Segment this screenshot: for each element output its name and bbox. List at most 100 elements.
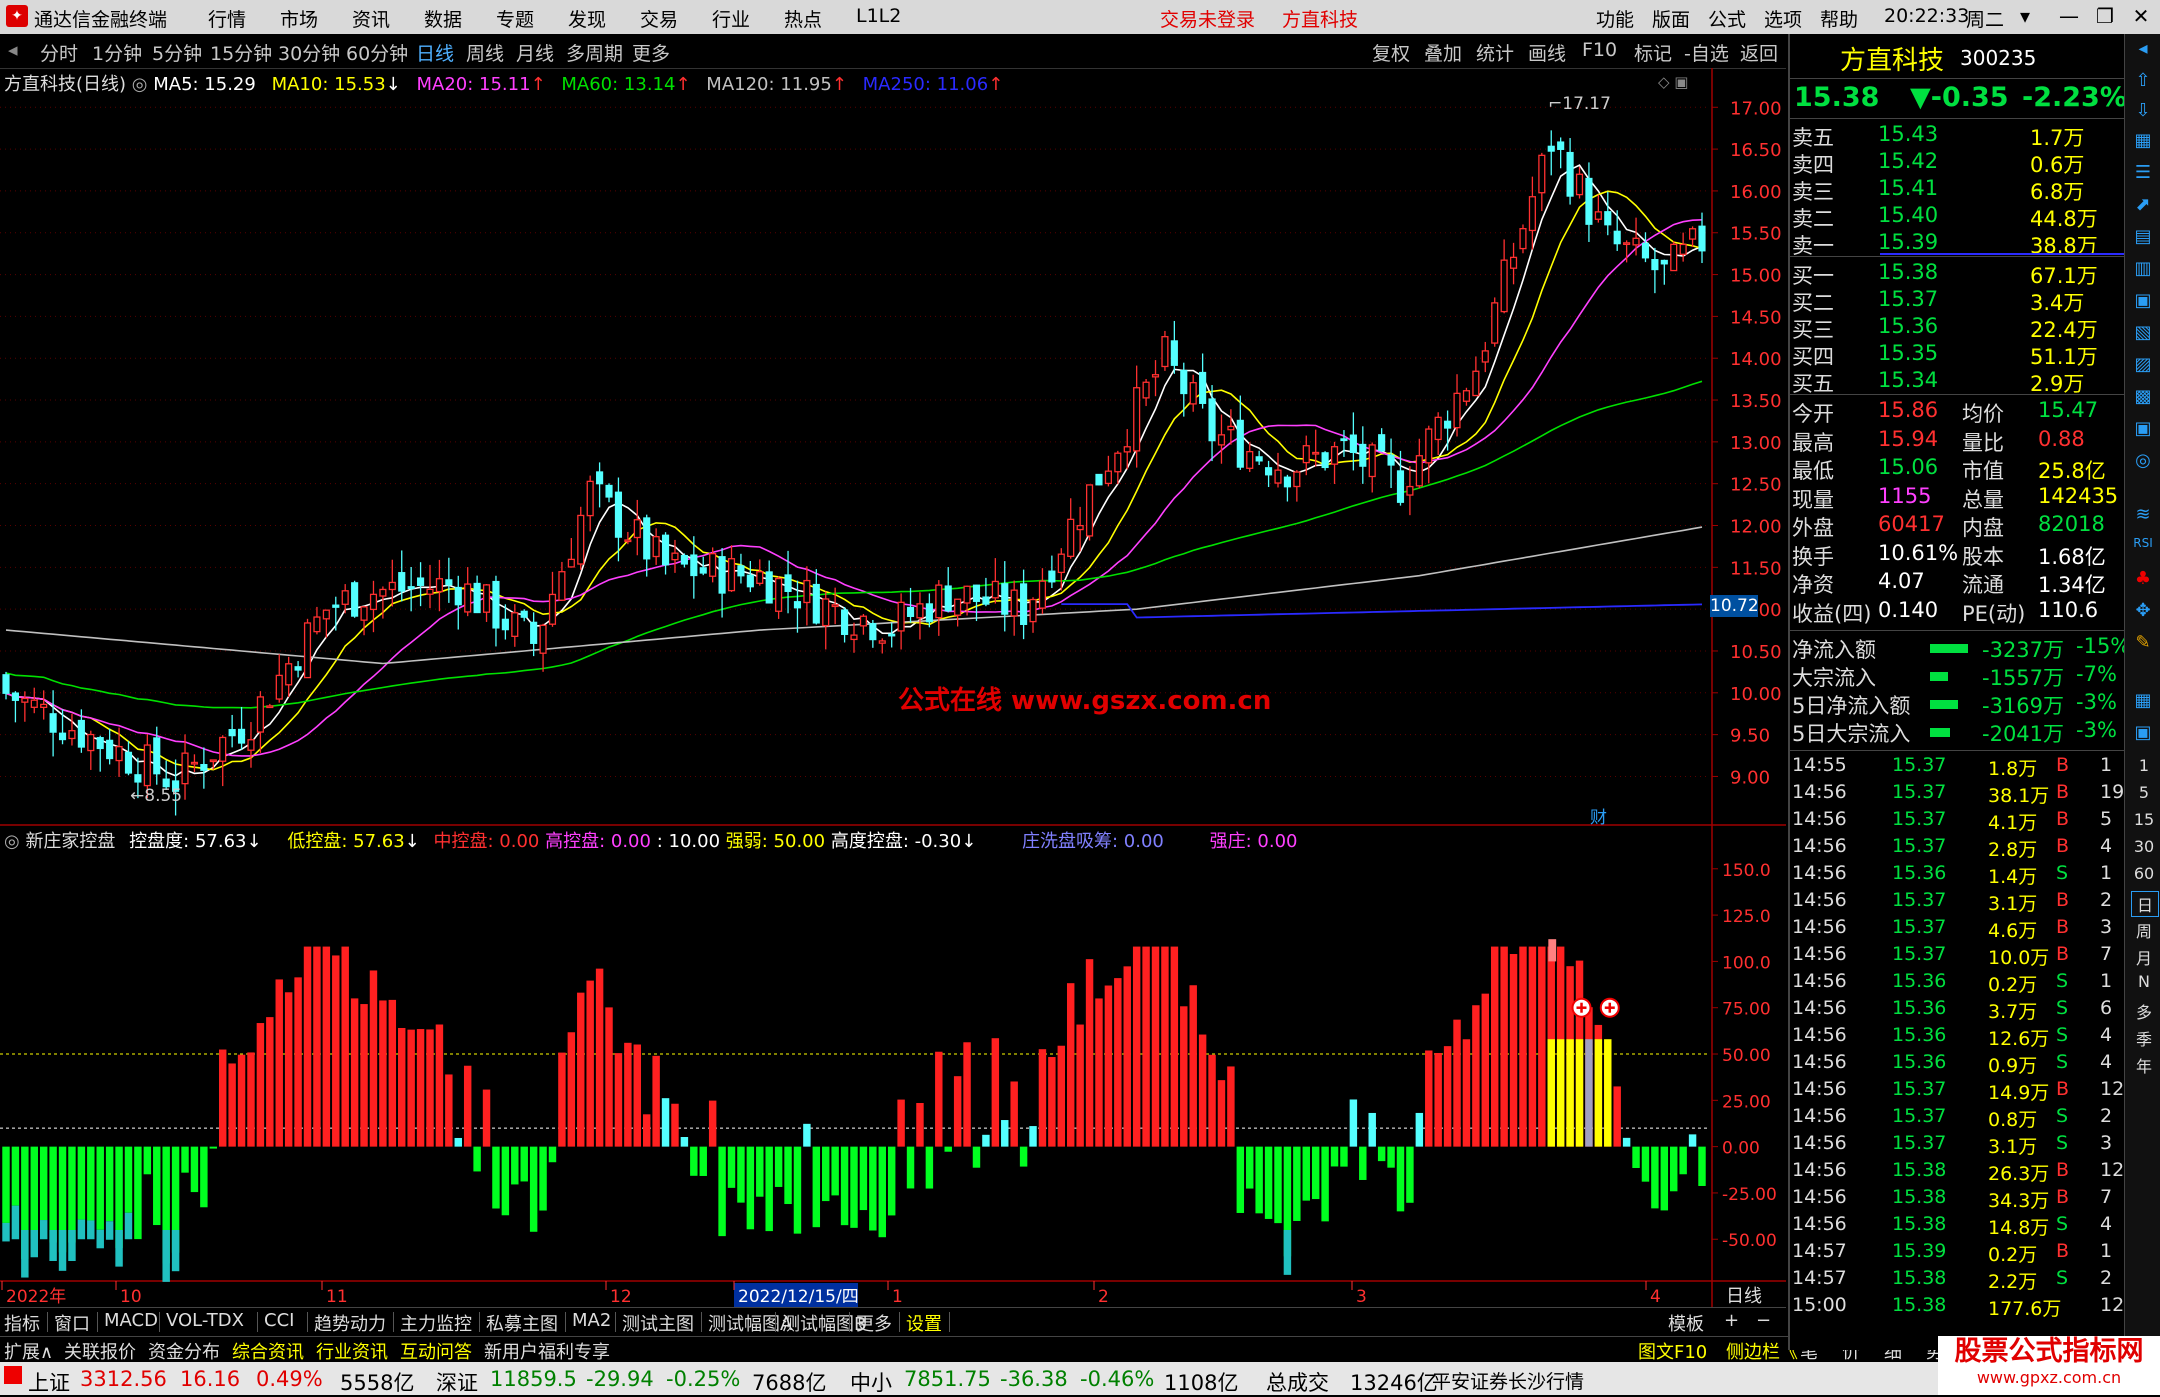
menu-toggle-icon[interactable]: ▾ [2010, 4, 2040, 30]
rail-layout-icon[interactable]: ▦ [2130, 690, 2156, 716]
rail-target-icon[interactable]: ◎ [2130, 450, 2156, 476]
close-icon[interactable]: ✕ [2126, 4, 2156, 30]
ext-tab-5[interactable]: 互动问答 [400, 1338, 472, 1364]
indicator-tab-9[interactable]: 测试主图 [622, 1310, 694, 1336]
period-daily[interactable]: 日线 [416, 39, 454, 66]
rail-period-11[interactable]: 年 [2131, 1053, 2157, 1077]
tab-right-0[interactable]: 模板 [1668, 1310, 1704, 1336]
menu-shichang[interactable]: 市场 [280, 5, 318, 32]
rail-indicator-icon[interactable]: ≋ [2130, 504, 2156, 530]
rail-doc-icon[interactable]: ▥ [2130, 258, 2156, 284]
menu-l1l2[interactable]: L1L2 [856, 5, 901, 27]
rail-calendar-icon[interactable]: ▨ [2130, 354, 2156, 380]
finance-marker[interactable]: 财 [1590, 803, 1607, 828]
rail-table-icon[interactable]: ▤ [2130, 226, 2156, 252]
rail-news-icon[interactable]: ▧ [2130, 322, 2156, 348]
indicator-tab-13[interactable]: 设置 [906, 1310, 942, 1336]
restore-icon[interactable]: ❐ [2090, 4, 2120, 30]
indicator-tab-0[interactable]: 指标 [4, 1310, 40, 1336]
sz-name[interactable]: 深证 [436, 1367, 478, 1397]
tab-right-2[interactable]: − [1756, 1310, 1771, 1331]
rail-period-1[interactable]: 5 [2131, 783, 2157, 802]
rail-rsi-icon[interactable]: RSI [2130, 536, 2156, 562]
ext-tab-2[interactable]: 资金分布 [148, 1338, 220, 1364]
rail-period-6[interactable]: 周 [2131, 918, 2157, 942]
tool-biaoji[interactable]: 标记 [1634, 39, 1672, 66]
tool-f10[interactable]: F10 [1582, 39, 1617, 61]
trade-login-status[interactable]: 交易未登录 [1160, 5, 1255, 32]
period-30min[interactable]: 30分钟 [278, 39, 340, 66]
period-weekly[interactable]: 周线 [466, 39, 504, 66]
ext-tab-6[interactable]: 新用户福利专享 [484, 1338, 610, 1364]
rail-move-icon[interactable]: ✥ [2130, 600, 2156, 626]
rail-period-4[interactable]: 60 [2131, 864, 2157, 883]
indicator-tab-10[interactable]: 测试幅图A [708, 1310, 792, 1336]
indicator-tab-1[interactable]: 窗口 [54, 1310, 90, 1336]
rail-period-3[interactable]: 30 [2131, 837, 2157, 856]
rail-period-9[interactable]: 多 [2131, 999, 2157, 1023]
zx-name[interactable]: 中小 [850, 1367, 892, 1397]
indicator-tab-4[interactable]: CCI [264, 1310, 294, 1331]
tool-tongji[interactable]: 统计 [1476, 39, 1514, 66]
rail-flag-icon[interactable]: ♣ [2130, 568, 2156, 594]
tool-huaxian[interactable]: 画线 [1528, 39, 1566, 66]
menu-faxian[interactable]: 发现 [568, 5, 606, 32]
side-tab-0[interactable]: 图文F10 [1638, 1338, 1707, 1364]
menu-gongneng[interactable]: 功能 [1596, 5, 1634, 32]
tool-zixuan[interactable]: -自选 [1684, 39, 1729, 66]
rail-f3-icon[interactable]: ▣ [2130, 418, 2156, 444]
sh-name[interactable]: 上证 [28, 1367, 70, 1397]
rail-up-icon[interactable]: ⇧ [2130, 70, 2156, 96]
ext-tab-3[interactable]: 综合资讯 [232, 1338, 304, 1364]
period-multi[interactable]: 多周期 [566, 39, 623, 66]
rail-period-8[interactable]: N [2131, 972, 2157, 991]
menu-zhuanti[interactable]: 专题 [496, 5, 534, 32]
menu-hangye[interactable]: 行业 [712, 5, 750, 32]
rail-window-icon[interactable]: ▣ [2130, 722, 2156, 748]
indicator-tab-8[interactable]: MA2 [572, 1310, 611, 1331]
period-15min[interactable]: 15分钟 [210, 39, 272, 66]
tool-fanhui[interactable]: 返回 [1740, 39, 1778, 66]
menu-xuanxiang[interactable]: 选项 [1764, 5, 1802, 32]
rail-f10-icon[interactable]: ▣ [2130, 290, 2156, 316]
indicator-tab-12[interactable]: 更多 [856, 1310, 892, 1336]
ext-tab-4[interactable]: 行业资讯 [316, 1338, 388, 1364]
rail-collapse-icon[interactable]: ◂ [2130, 38, 2156, 64]
indicator-tab-7[interactable]: 私募主图 [486, 1310, 558, 1336]
indicator-tab-2[interactable]: MACD [104, 1310, 158, 1331]
rail-down-icon[interactable]: ⇩ [2130, 100, 2156, 126]
menu-banmian[interactable]: 版面 [1652, 5, 1690, 32]
menu-gongshi[interactable]: 公式 [1708, 5, 1746, 32]
rail-period-7[interactable]: 月 [2131, 945, 2157, 969]
menu-shuju[interactable]: 数据 [424, 5, 462, 32]
rail-chart-icon[interactable]: ⬈ [2130, 194, 2156, 220]
tab-right-1[interactable]: + [1724, 1310, 1739, 1331]
period-more[interactable]: 更多 [632, 39, 670, 66]
rail-f2-icon[interactable]: ▩ [2130, 386, 2156, 412]
indicator-tab-5[interactable]: 趋势动力 [314, 1310, 386, 1336]
period-5min[interactable]: 5分钟 [152, 39, 202, 66]
toolbar-arrow-icon[interactable]: ◂ [8, 39, 18, 61]
chart-corner-icon[interactable]: ◇ ▣ [1658, 73, 1688, 91]
menu-hangqing[interactable]: 行情 [208, 5, 246, 32]
indicator-tab-11[interactable]: 测试幅图B [782, 1310, 866, 1336]
tool-fuquan[interactable]: 复权 [1372, 39, 1410, 66]
rail-period-2[interactable]: 15 [2131, 810, 2157, 829]
rail-period-0[interactable]: 1 [2131, 756, 2157, 775]
rail-period-10[interactable]: 季 [2131, 1026, 2157, 1050]
menu-jiaoyi[interactable]: 交易 [640, 5, 678, 32]
period-fenshi[interactable]: 分时 [40, 39, 78, 66]
indicator-tab-3[interactable]: VOL-TDX [166, 1310, 244, 1331]
ext-tab-0[interactable]: 扩展∧ [4, 1338, 53, 1364]
period-60min[interactable]: 60分钟 [346, 39, 408, 66]
period-monthly[interactable]: 月线 [516, 39, 554, 66]
rail-grid-icon[interactable]: ▦ [2130, 130, 2156, 156]
period-1min[interactable]: 1分钟 [92, 39, 142, 66]
ext-tab-1[interactable]: 关联报价 [64, 1338, 136, 1364]
menu-bangzhu[interactable]: 帮助 [1820, 5, 1858, 32]
minimize-icon[interactable]: — [2054, 4, 2084, 30]
rail-period-5[interactable]: 日 [2131, 891, 2159, 917]
kline-chart[interactable]: 17.00 16.50 16.00 15.50 15.00 14.50 14.00 13.50… [0, 68, 1786, 1308]
rail-list-icon[interactable]: ☰ [2130, 162, 2156, 188]
tool-diejia[interactable]: 叠加 [1424, 39, 1462, 66]
